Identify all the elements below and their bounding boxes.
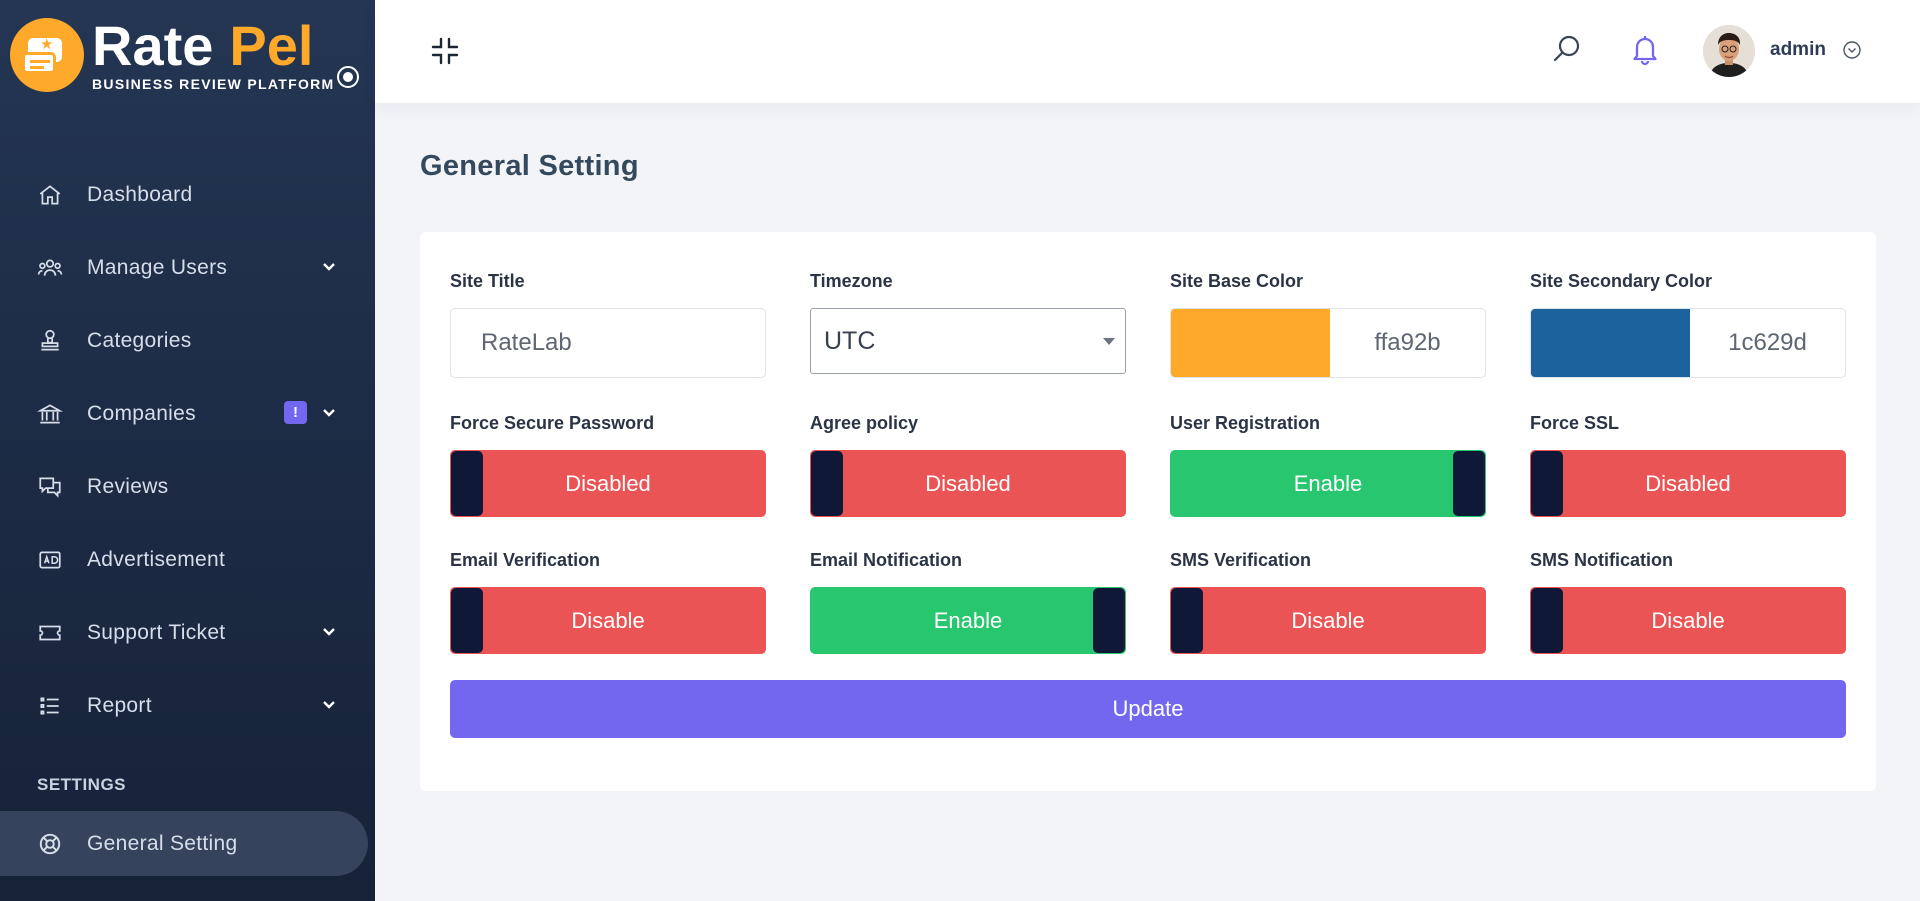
email-verification-label: Email Verification (450, 550, 601, 570)
site-base-color-input[interactable]: ffa92b (1170, 308, 1486, 378)
sidebar-item-label: Support Ticket (87, 620, 226, 644)
sidebar-item-label: Manage Users (87, 255, 228, 279)
agree-policy-toggle[interactable]: Disabled (810, 450, 1126, 517)
sidebar-item-label: Report (87, 693, 152, 717)
site-title-label: Site Title (450, 271, 525, 291)
sidebar-section-title: SETTINGS (37, 775, 127, 794)
topbar: admin (375, 0, 1920, 103)
ad-icon (36, 546, 64, 574)
sidebar-item-support-ticket[interactable]: Support Ticket (0, 596, 375, 669)
agree-policy-label: Agree policy (810, 413, 919, 433)
chevron-down-icon (323, 263, 335, 271)
search-icon[interactable] (1551, 33, 1583, 65)
timezone-label: Timezone (810, 271, 893, 291)
brand-tagline: BUSINESS REVIEW PLATFORM (92, 76, 335, 92)
stamp-icon (36, 327, 64, 355)
sidebar-item-label: Categories (87, 328, 192, 352)
page-title: General Setting (420, 150, 639, 182)
toggle-knob (1093, 588, 1125, 653)
toggle-knob (451, 451, 483, 516)
color-swatch[interactable] (1531, 309, 1690, 377)
toggle-state-text: Disabled (925, 470, 1011, 496)
bank-icon (36, 400, 64, 428)
user-registration-toggle[interactable]: Enable (1170, 450, 1486, 517)
site-secondary-color-input[interactable]: 1c629d (1530, 308, 1846, 378)
toggle-knob (1171, 588, 1203, 653)
force-ssl-label: Force SSL (1530, 413, 1620, 433)
color-hex-value[interactable]: ffa92b (1330, 309, 1485, 377)
dropdown-arrow-icon (1103, 338, 1115, 345)
chevron-down-icon (323, 628, 335, 636)
chevron-down-circle-icon[interactable] (1842, 40, 1862, 60)
sidebar-toggle-icon[interactable] (337, 66, 359, 88)
toggle-state-text: Disabled (565, 470, 651, 496)
sidebar-item-report[interactable]: Report (0, 669, 375, 742)
email-notification-toggle[interactable]: Enable (810, 587, 1126, 654)
avatar[interactable] (1703, 25, 1755, 77)
toggle-knob (451, 588, 483, 653)
list-icon (36, 692, 64, 720)
toggle-knob (1453, 451, 1485, 516)
toggle-state-text: Disable (571, 607, 645, 633)
brand-name-part2: Pel (229, 14, 314, 77)
sidebar-nav: Dashboard Manage Users Categories Compan… (0, 158, 375, 742)
alert-badge: ! (284, 401, 307, 424)
sidebar-item-manage-users[interactable]: Manage Users (0, 231, 375, 304)
sidebar-item-label: Reviews (87, 474, 169, 498)
chevron-down-icon (323, 409, 335, 417)
sms-verification-toggle[interactable]: Disable (1170, 587, 1486, 654)
toggle-state-text: Disable (1651, 607, 1725, 633)
site-base-color-label: Site Base Color (1170, 271, 1304, 291)
color-hex-value[interactable]: 1c629d (1690, 309, 1845, 377)
sms-verification-label: SMS Verification (1170, 550, 1312, 570)
toggle-knob (811, 451, 843, 516)
sidebar-item-label: Dashboard (87, 182, 193, 206)
sidebar-item-categories[interactable]: Categories (0, 304, 375, 377)
email-notification-label: Email Notification (810, 550, 963, 570)
sidebar-item-general-setting[interactable]: General Setting (0, 811, 368, 876)
review-logo-icon: ★ (10, 18, 84, 92)
sms-notification-label: SMS Notification (1530, 550, 1673, 570)
bell-icon[interactable] (1630, 32, 1660, 66)
sidebar-item-reviews[interactable]: Reviews (0, 450, 375, 523)
ticket-icon (36, 619, 64, 647)
users-icon (36, 254, 64, 282)
toggle-knob (1531, 588, 1563, 653)
user-name[interactable]: admin (1770, 39, 1826, 61)
lifebuoy-icon (36, 830, 64, 858)
home-icon (36, 181, 64, 209)
force-ssl-toggle[interactable]: Disabled (1530, 450, 1846, 517)
site-title-input[interactable]: RateLab (450, 308, 766, 378)
sidebar-item-label: General Setting (87, 831, 238, 855)
sidebar-item-label: Advertisement (87, 547, 226, 571)
settings-form-card: Site Title RateLab Timezone UTC Site Bas… (420, 232, 1876, 791)
user-registration-label: User Registration (1170, 413, 1321, 433)
toggle-knob (1531, 451, 1563, 516)
site-secondary-color-label: Site Secondary Color (1530, 271, 1713, 291)
toggle-state-text: Disable (1291, 607, 1365, 633)
toggle-state-text: Disabled (1645, 470, 1731, 496)
force-secure-password-label: Force Secure Password (450, 413, 655, 433)
chevron-down-icon (323, 701, 335, 709)
toggle-state-text: Enable (1293, 470, 1363, 496)
sidebar-item-companies[interactable]: Companies ! (0, 377, 375, 450)
timezone-select[interactable]: UTC (810, 308, 1126, 374)
brand-name-part1: Rate (92, 14, 214, 77)
update-button[interactable]: Update (450, 680, 1846, 738)
timezone-selected-value: UTC (824, 326, 876, 355)
sms-notification-toggle[interactable]: Disable (1530, 587, 1846, 654)
toggle-state-text: Enable (933, 607, 1003, 633)
sidebar-item-advertisement[interactable]: Advertisement (0, 523, 375, 596)
brand-logo[interactable]: ★ Rate Pel BUSINESS REVIEW PLATFORM (10, 18, 335, 92)
force-secure-password-toggle[interactable]: Disabled (450, 450, 766, 517)
email-verification-toggle[interactable]: Disable (450, 587, 766, 654)
chat-icon (36, 473, 64, 501)
sidebar-item-label: Companies (87, 401, 196, 425)
compress-icon[interactable] (430, 36, 460, 66)
color-swatch[interactable] (1171, 309, 1330, 377)
sidebar: ★ Rate Pel BUSINESS REVIEW PLATFORM Dash… (0, 0, 375, 901)
sidebar-item-dashboard[interactable]: Dashboard (0, 158, 375, 231)
